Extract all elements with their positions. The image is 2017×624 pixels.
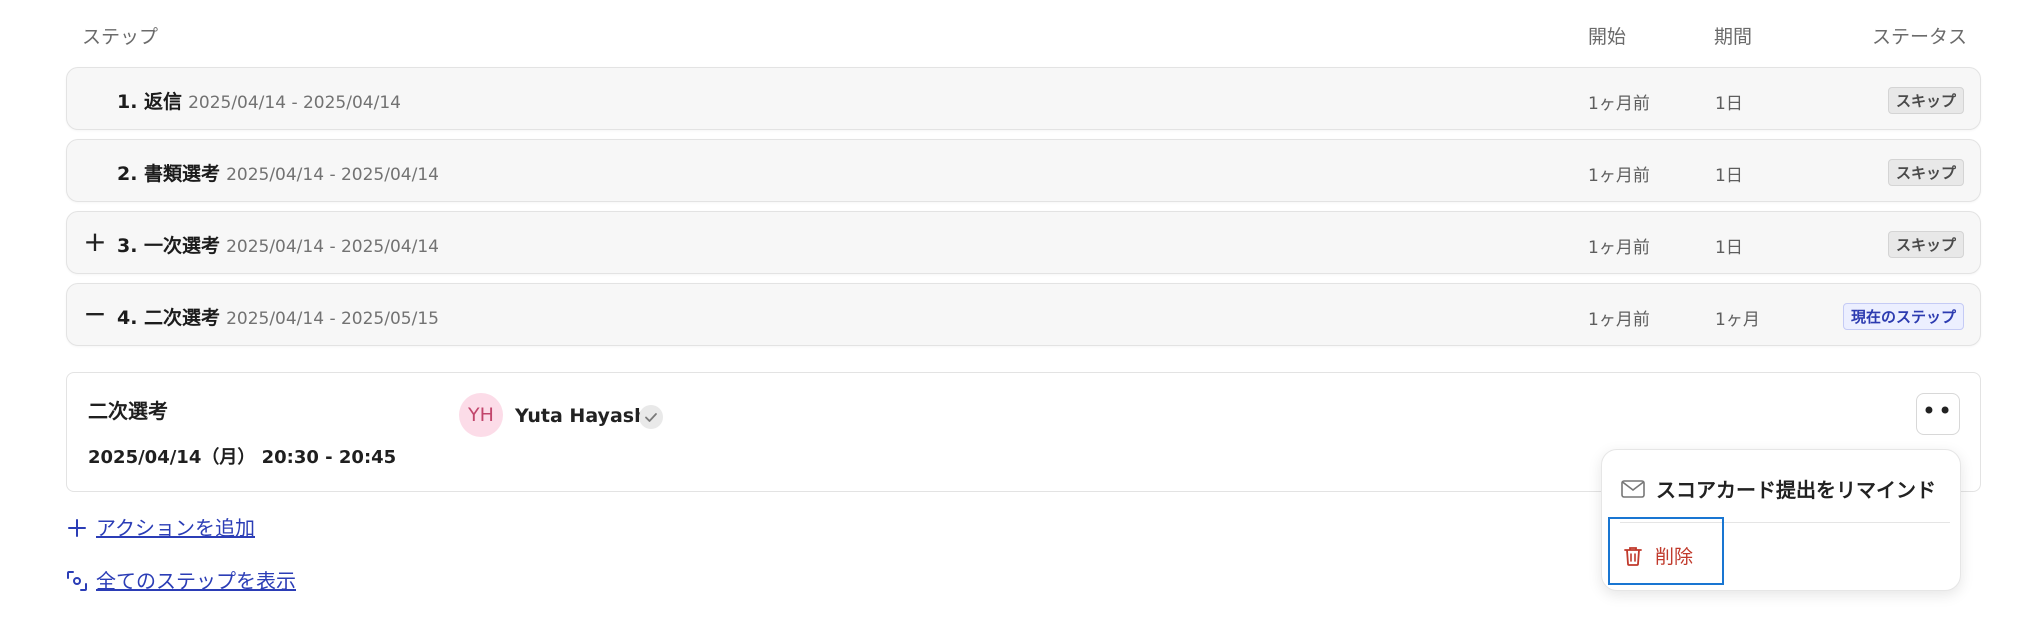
step-name: 4. 二次選考 [117, 307, 221, 329]
expand-toggle-icon[interactable] [83, 154, 107, 186]
expand-toggle-icon[interactable] [83, 82, 107, 114]
menu-item-delete[interactable]: 削除 [1608, 517, 1724, 585]
step-duration: 1日 [1715, 94, 1743, 114]
more-options-menu: スコアカード提出をリマインド 削除 [1601, 449, 1961, 591]
step-start: 1ヶ月前 [1588, 310, 1650, 330]
step-title: 2. 書類選考 2025/04/14 - 2025/04/14 [117, 159, 439, 186]
header-step: ステップ [82, 26, 159, 48]
detail-datetime: 2025/04/14（月） 20:30 - 20:45 [88, 447, 397, 468]
check-icon [639, 405, 663, 429]
step-name: 3. 一次選考 [117, 235, 221, 257]
step-start: 1ヶ月前 [1588, 166, 1650, 186]
menu-item-label: 削除 [1655, 546, 1694, 568]
step-start: 1ヶ月前 [1588, 94, 1650, 114]
status-badge: スキップ [1887, 159, 1964, 186]
status-badge: スキップ [1887, 87, 1964, 114]
step-start: 1ヶ月前 [1588, 238, 1650, 258]
step-title: 3. 一次選考 2025/04/14 - 2025/04/14 [117, 231, 439, 258]
expand-focus-icon [66, 570, 88, 592]
step-name: 2. 書類選考 [117, 163, 221, 185]
steps-table-header: ステップ 開始 期間 ステータス [0, 22, 2017, 48]
step-name: 1. 返信 [117, 91, 183, 113]
status-badge-current: 現在のステップ [1842, 303, 1964, 330]
step-date-range: 2025/04/14 - 2025/04/14 [188, 93, 401, 113]
show-all-steps-label: 全てのステップを表示 [96, 569, 296, 593]
step-row-4[interactable]: − 4. 二次選考 2025/04/14 - 2025/05/15 1ヶ月前 1ヶ… [66, 283, 1981, 346]
add-action-link[interactable]: アクションを追加 [66, 512, 255, 541]
step-date-range: 2025/04/14 - 2025/04/14 [226, 165, 439, 185]
plus-icon [66, 517, 88, 539]
show-all-steps-link[interactable]: 全てのステップを表示 [66, 565, 296, 594]
add-action-label: アクションを追加 [96, 516, 255, 540]
avatar: YH [459, 393, 503, 437]
more-options-button[interactable]: •• [1916, 393, 1960, 435]
status-badge: スキップ [1887, 231, 1964, 258]
step-title: 1. 返信 2025/04/14 - 2025/04/14 [117, 87, 401, 114]
trash-icon [1623, 545, 1643, 567]
detail-title: 二次選考 [88, 399, 168, 423]
step-row-3[interactable]: + 3. 一次選考 2025/04/14 - 2025/04/14 1ヶ月前 1日… [66, 211, 1981, 274]
menu-item-label: スコアカード提出をリマインド [1656, 478, 1936, 502]
header-duration: 期間 [1714, 26, 1753, 48]
header-status: ステータス [1871, 26, 1967, 48]
step-date-range: 2025/04/14 - 2025/05/15 [226, 309, 439, 329]
user-name: Yuta Hayashi [515, 405, 655, 427]
step-row-1[interactable]: 1. 返信 2025/04/14 - 2025/04/14 1ヶ月前 1日 スキッ… [66, 67, 1981, 130]
step-duration: 1日 [1715, 166, 1743, 186]
step-row-2[interactable]: 2. 書類選考 2025/04/14 - 2025/04/14 1ヶ月前 1日 ス… [66, 139, 1981, 202]
collapse-minus-icon[interactable]: − [83, 298, 107, 330]
step-date-range: 2025/04/14 - 2025/04/14 [226, 237, 439, 257]
menu-item-remind-scorecard[interactable]: スコアカード提出をリマインド [1620, 474, 1936, 503]
step-title: 4. 二次選考 2025/04/14 - 2025/05/15 [117, 303, 439, 330]
step-duration: 1ヶ月 [1715, 310, 1760, 330]
step-duration: 1日 [1715, 238, 1743, 258]
expand-plus-icon[interactable]: + [83, 226, 107, 258]
header-start: 開始 [1588, 26, 1627, 48]
mail-icon [1620, 478, 1646, 500]
